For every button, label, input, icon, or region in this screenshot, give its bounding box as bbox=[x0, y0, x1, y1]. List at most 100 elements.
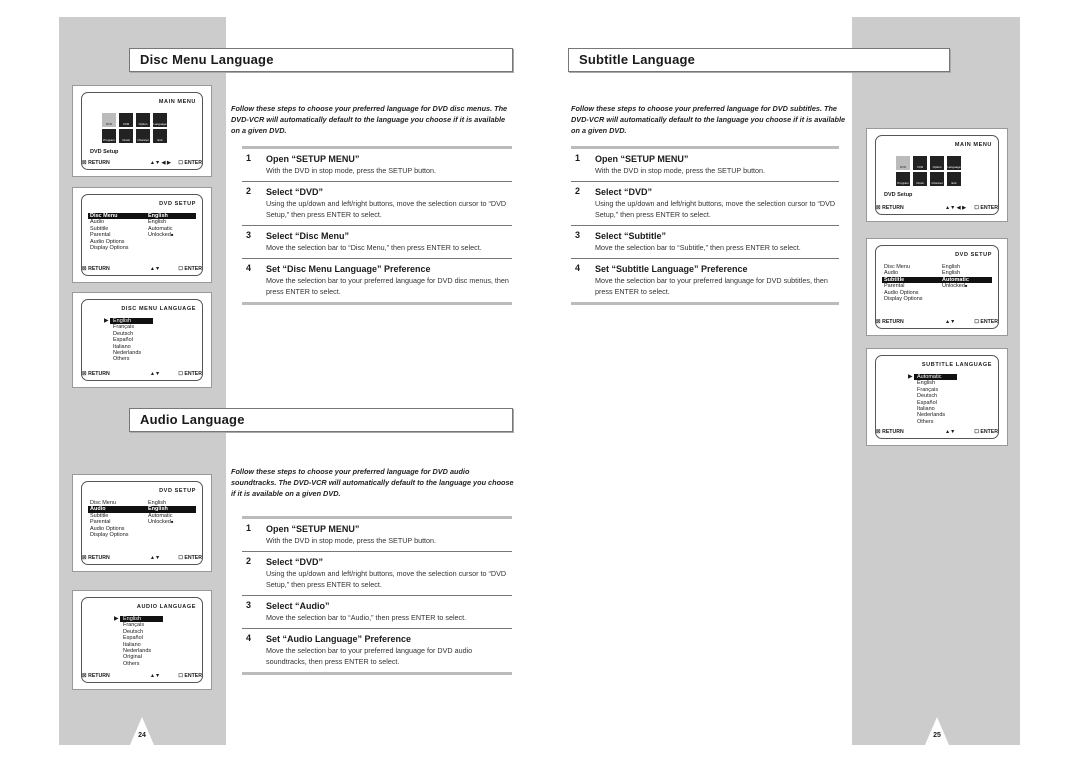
program-icon[interactable]: Program bbox=[102, 129, 116, 143]
globe-icon[interactable]: Language bbox=[947, 156, 961, 170]
return-hint: ☒ RETURN bbox=[876, 428, 904, 435]
globe-icon[interactable]: Language bbox=[153, 113, 167, 127]
menu-caption: DVD Setup bbox=[90, 149, 119, 155]
disc-icon[interactable]: DVD bbox=[896, 156, 910, 170]
screen-main-menu-2: MAIN MENU DVD VCR Option Language Program Cloc… bbox=[866, 128, 1008, 222]
step-item: 4 Set “Disc Menu Language” Preference Move… bbox=[242, 259, 512, 305]
menu-icon-label: Clock bbox=[122, 138, 130, 142]
step-heading: Select “Audio” bbox=[266, 601, 330, 611]
enter-label: ENTER bbox=[184, 370, 202, 377]
intro-disc-menu: Follow these steps to choose your prefer… bbox=[231, 104, 508, 135]
option-icon[interactable]: Option bbox=[136, 113, 150, 127]
nav-arrows: ▲▼ bbox=[149, 265, 161, 272]
step-heading: Set “Disc Menu Language” Preference bbox=[266, 264, 431, 274]
steps-disc-menu: 1 Open “SETUP MENU” With the DVD in stop m… bbox=[242, 146, 512, 305]
menu-icon-label: Channel bbox=[931, 181, 943, 185]
setup-list: Disc Menu English Audio English Subtitle Auto… bbox=[88, 500, 196, 538]
vcr-icon[interactable]: VCR bbox=[119, 113, 133, 127]
step-text: Move the selection bar to “Audio,” then … bbox=[266, 613, 467, 622]
return-hint: ☒ RETURN bbox=[82, 370, 110, 377]
exit-icon[interactable]: Exit bbox=[947, 172, 961, 186]
steps-audio: 1 Open “SETUP MENU” With the DVD in stop m… bbox=[242, 516, 512, 675]
setup-row[interactable]: Display Options bbox=[88, 532, 196, 538]
step-body: Set “Disc Menu Language” Preference Move … bbox=[266, 263, 512, 297]
enter-hint: ☐ ENTER bbox=[178, 672, 202, 679]
step-body: Open “SETUP MENU” With the DVD in stop mo… bbox=[266, 153, 512, 176]
step-body: Select “DVD” Using the up/down and left/r… bbox=[266, 186, 512, 220]
setup-list: Disc Menu English Audio English Subtitle Auto… bbox=[88, 213, 196, 251]
setup-key: Display Options bbox=[90, 244, 129, 251]
step-heading: Select “Disc Menu” bbox=[266, 231, 350, 241]
enter-hint: ☐ ENTER bbox=[974, 428, 998, 435]
return-hint: ☒ RETURN bbox=[876, 318, 904, 325]
nav-arrows: ▲▼ bbox=[149, 554, 161, 561]
nav-arrows: ▲▼ ◀ ▶ bbox=[149, 159, 172, 166]
menu-icon-label: Clock bbox=[916, 181, 924, 185]
step-body: Select “Audio” Move the selection bar to … bbox=[266, 600, 512, 623]
disc-icon[interactable]: DVD bbox=[102, 113, 116, 127]
language-option[interactable]: Others bbox=[110, 356, 153, 362]
cursor-arrow-icon: ▶ bbox=[908, 374, 913, 380]
return-label: RETURN bbox=[88, 159, 110, 166]
steps-subtitle: 1 Open “SETUP MENU” With the DVD in stop m… bbox=[571, 146, 839, 305]
enter-label: ENTER bbox=[184, 672, 202, 679]
tv-screen: DVD SETUP Disc Menu English Audio English Sub… bbox=[875, 245, 999, 329]
step-item: 3 Select “Subtitle” Move the selection bar… bbox=[571, 226, 839, 259]
menu-icon-label: VCR bbox=[122, 122, 130, 126]
vcr-icon[interactable]: VCR bbox=[913, 156, 927, 170]
step-text: Using the up/down and left/right buttons… bbox=[595, 199, 836, 219]
section-title-subtitle: Subtitle Language bbox=[568, 48, 950, 72]
return-label: RETURN bbox=[882, 318, 904, 325]
menu-icon-label: Language bbox=[153, 122, 167, 126]
step-text: Using the up/down and left/right buttons… bbox=[266, 569, 507, 589]
language-option[interactable]: Others bbox=[120, 661, 163, 667]
step-text: With the DVD in stop mode, press the SET… bbox=[595, 166, 766, 175]
return-label: RETURN bbox=[88, 265, 110, 272]
language-option[interactable]: Others bbox=[914, 419, 957, 425]
enter-label: ENTER bbox=[184, 554, 202, 561]
screen-footer: ☒ RETURN ▲▼ ☐ ENTER bbox=[76, 266, 208, 272]
screen-footer: ☒ RETURN ▲▼ ◀ ▶ ☐ ENTER bbox=[870, 205, 1004, 211]
screen-title: AUDIO LANGUAGE bbox=[136, 604, 196, 610]
screen-disc-menu-language: DISC MENU LANGUAGE ▶ English Français Deutsc… bbox=[72, 292, 212, 388]
antenna-icon[interactable]: Channel bbox=[136, 129, 150, 143]
antenna-icon[interactable]: Channel bbox=[930, 172, 944, 186]
enter-label: ENTER bbox=[980, 318, 998, 325]
step-number: 4 bbox=[575, 263, 581, 273]
setup-row[interactable]: Display Options bbox=[882, 296, 992, 302]
step-body: Open “SETUP MENU” With the DVD in stop mo… bbox=[595, 153, 839, 176]
screen-title: SUBTITLE LANGUAGE bbox=[921, 362, 992, 368]
exit-icon[interactable]: Exit bbox=[153, 129, 167, 143]
clock-icon[interactable]: Clock bbox=[119, 129, 133, 143]
step-item: 2 Select “DVD” Using the up/down and left/… bbox=[242, 552, 512, 596]
step-number: 4 bbox=[246, 633, 252, 643]
step-number: 3 bbox=[246, 600, 252, 610]
menu-icon-grid: DVD VCR Option Language Program Clock Channel E… bbox=[896, 156, 961, 186]
screen-title: DVD SETUP bbox=[159, 201, 196, 207]
step-item: 3 Select “Disc Menu” Move the selection ba… bbox=[242, 226, 512, 259]
screen-dvd-setup-3: DVD SETUP Disc Menu English Audio English Sub… bbox=[866, 238, 1008, 336]
enter-hint: ☐ ENTER bbox=[178, 265, 202, 272]
step-text: Move the selection bar to your preferred… bbox=[595, 276, 828, 296]
step-item: 2 Select “DVD” Using the up/down and left/… bbox=[571, 182, 839, 226]
step-number: 4 bbox=[246, 263, 252, 273]
step-heading: Set “Subtitle Language” Preference bbox=[595, 264, 748, 274]
step-item: 4 Set “Audio Language” Preference Move the… bbox=[242, 629, 512, 675]
option-icon[interactable]: Option bbox=[930, 156, 944, 170]
screen-footer: ☒ RETURN ▲▼ ☐ ENTER bbox=[76, 371, 208, 377]
clock-icon[interactable]: Clock bbox=[913, 172, 927, 186]
menu-icon-label: Program bbox=[103, 138, 115, 142]
step-number: 2 bbox=[246, 186, 252, 196]
screen-footer: ☒ RETURN ▲▼ ☐ ENTER bbox=[76, 673, 208, 679]
setup-row[interactable]: Display Options bbox=[88, 245, 196, 251]
screen-title: DVD SETUP bbox=[159, 488, 196, 494]
section-title-audio: Audio Language bbox=[129, 408, 513, 432]
step-text: Using the up/down and left/right buttons… bbox=[266, 199, 507, 219]
step-item: 1 Open “SETUP MENU” With the DVD in stop m… bbox=[242, 149, 512, 182]
program-icon[interactable]: Program bbox=[896, 172, 910, 186]
screen-title: MAIN MENU bbox=[158, 99, 196, 105]
step-text: With the DVD in stop mode, press the SET… bbox=[266, 166, 437, 175]
nav-arrows: ▲▼ bbox=[149, 370, 161, 377]
tv-screen: MAIN MENU DVD VCR Option Language Program Cloc… bbox=[875, 135, 999, 215]
step-text: Move the selection bar to “Subtitle,” th… bbox=[595, 243, 801, 252]
